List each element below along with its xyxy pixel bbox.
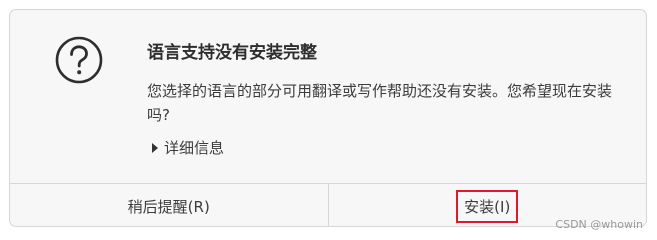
dialog-message: 您选择的语言的部分可用翻译或写作帮助还没有安装。您希望现在安装吗? [147,82,613,124]
watermark: CSDN @whowin [555,218,643,231]
language-support-dialog: 语言支持没有安装完整 您选择的语言的部分可用翻译或写作帮助还没有安装。您希望现在… [9,9,647,227]
expand-triangle-icon [152,142,158,153]
button-bar: 稍后提醒(R) 安装(I) [10,183,646,226]
details-label: 详细信息 [164,139,225,157]
remind-later-button[interactable]: 稍后提醒(R) [10,184,328,226]
details-expander[interactable]: 详细信息 [152,137,224,158]
question-icon [55,36,103,84]
remind-later-label: 稍后提醒(R) [127,198,210,216]
dialog-title: 语言支持没有安装完整 [147,43,317,63]
install-label: 安装(I) [456,190,519,223]
